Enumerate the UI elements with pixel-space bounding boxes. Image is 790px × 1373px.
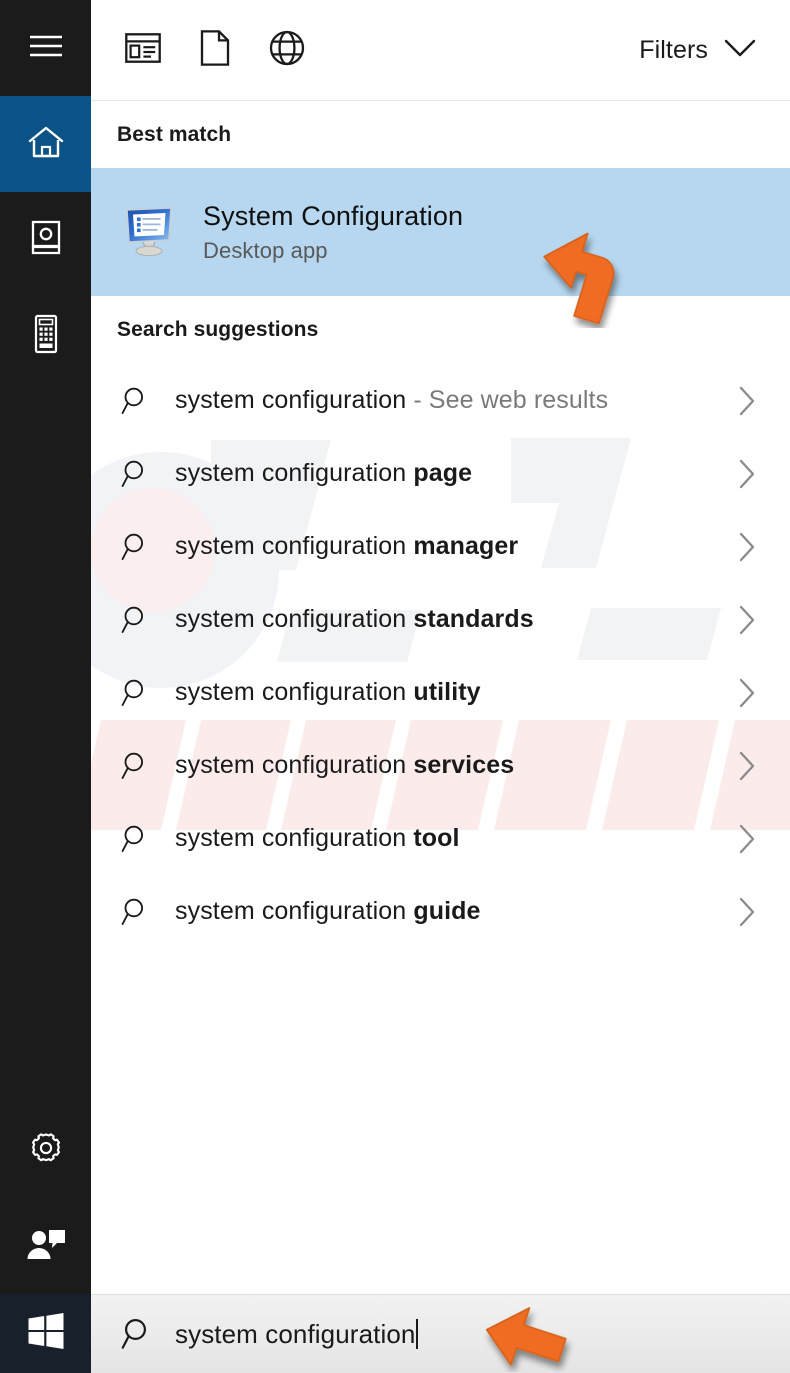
text-caret xyxy=(416,1319,418,1349)
suggestion-prefix: system configuration xyxy=(175,386,406,414)
suggestion-prefix: system configuration xyxy=(175,751,413,779)
toolbar-apps-filter[interactable] xyxy=(107,0,179,101)
search-suggestions-heading: Search suggestions xyxy=(117,318,318,342)
globe-icon xyxy=(269,30,305,71)
chevron-down-icon xyxy=(724,36,756,65)
filters-button[interactable]: Filters xyxy=(639,36,756,65)
chevron-right-icon[interactable] xyxy=(738,823,756,855)
document-icon xyxy=(200,30,230,71)
suggestion-suffix: standards xyxy=(413,605,533,633)
suggestion-suffix: services xyxy=(413,751,514,779)
sidebar-item-hamburger-menu[interactable] xyxy=(0,0,91,96)
sidebar-item-feedback[interactable] xyxy=(0,1198,91,1294)
sidebar-item-calculator[interactable] xyxy=(0,288,91,384)
search-magnifier-icon xyxy=(113,678,159,708)
search-suggestion-label: system configuration manager xyxy=(175,532,518,561)
suggestion-prefix: system configuration xyxy=(175,897,413,925)
search-suggestion-row[interactable]: system configuration manager xyxy=(91,510,790,583)
search-input-value[interactable]: system configuration xyxy=(175,1319,418,1350)
suggestion-prefix: system configuration xyxy=(175,459,413,487)
suggestion-prefix: system configuration xyxy=(175,678,413,706)
sidebar-item-settings[interactable] xyxy=(0,1102,91,1198)
search-magnifier-icon xyxy=(113,824,159,854)
search-magnifier-icon xyxy=(113,532,159,562)
taskbar-search-box[interactable]: system configuration xyxy=(91,1294,790,1373)
search-magnifier-icon xyxy=(113,386,159,416)
windows-logo-icon xyxy=(26,1311,66,1356)
apps-window-icon xyxy=(125,33,161,68)
search-results-panel: Filters Best match xyxy=(91,0,790,1294)
toolbar-documents-filter[interactable] xyxy=(179,0,251,101)
search-suggestion-row[interactable]: system configuration - See web results xyxy=(91,364,790,437)
chevron-right-icon[interactable] xyxy=(738,531,756,563)
search-suggestion-label: system configuration - See web results xyxy=(175,386,608,415)
search-suggestion-label: system configuration services xyxy=(175,751,514,780)
sidebar-item-home[interactable] xyxy=(0,96,91,192)
best-match-title: System Configuration xyxy=(203,201,463,232)
chevron-right-icon[interactable] xyxy=(738,458,756,490)
search-magnifier-icon xyxy=(121,1317,155,1351)
filters-label: Filters xyxy=(639,36,708,65)
suggestion-suffix: utility xyxy=(413,678,480,706)
search-suggestion-label: system configuration standards xyxy=(175,605,534,634)
suggestion-suffix: page xyxy=(413,459,472,487)
search-suggestion-label: system configuration guide xyxy=(175,897,481,926)
best-match-heading: Best match xyxy=(117,123,231,147)
windows-search-panel: Filters Best match xyxy=(0,0,790,1373)
search-magnifier-icon xyxy=(113,459,159,489)
search-suggestion-label: system configuration utility xyxy=(175,678,481,707)
home-icon xyxy=(27,125,65,164)
chevron-right-icon[interactable] xyxy=(738,677,756,709)
hamburger-icon xyxy=(29,34,63,63)
suggestion-suffix: - See web results xyxy=(406,386,608,414)
search-suggestion-label: system configuration page xyxy=(175,459,472,488)
search-suggestion-row[interactable]: system configuration utility xyxy=(91,656,790,729)
search-suggestion-row[interactable]: system configuration tool xyxy=(91,802,790,875)
sidebar-spacer xyxy=(0,384,91,1102)
suggestion-prefix: system configuration xyxy=(175,532,413,560)
best-match-result-row[interactable]: System Configuration Desktop app xyxy=(91,168,790,296)
suggestion-prefix: system configuration xyxy=(175,824,413,852)
chevron-right-icon[interactable] xyxy=(738,604,756,636)
search-magnifier-icon xyxy=(113,897,159,927)
sidebar-item-notebook[interactable] xyxy=(0,192,91,288)
search-suggestion-row[interactable]: system configuration services xyxy=(91,729,790,802)
search-suggestion-row[interactable]: system configuration page xyxy=(91,437,790,510)
chevron-right-icon[interactable] xyxy=(738,750,756,782)
search-suggestion-row[interactable]: system configuration guide xyxy=(91,875,790,948)
search-filter-toolbar: Filters xyxy=(91,0,790,101)
suggestion-suffix: guide xyxy=(413,897,480,925)
toolbar-web-filter[interactable] xyxy=(251,0,323,101)
suggestion-prefix: system configuration xyxy=(175,605,413,633)
search-suggestions-list: system configuration - See web resultssy… xyxy=(91,364,790,948)
chevron-right-icon[interactable] xyxy=(738,385,756,417)
best-match-text: System Configuration Desktop app xyxy=(203,201,463,264)
gear-icon xyxy=(27,1129,65,1172)
search-magnifier-icon xyxy=(113,751,159,781)
search-suggestion-label: system configuration tool xyxy=(175,824,460,853)
chevron-right-icon[interactable] xyxy=(738,896,756,928)
search-input-text: system configuration xyxy=(175,1319,415,1349)
calculator-icon xyxy=(33,314,59,359)
search-magnifier-icon xyxy=(113,605,159,635)
start-button[interactable] xyxy=(0,1294,91,1373)
search-suggestion-row[interactable]: system configuration standards xyxy=(91,583,790,656)
notebook-icon xyxy=(30,220,62,261)
system-configuration-app-icon xyxy=(119,202,179,262)
best-match-subtitle: Desktop app xyxy=(203,238,463,264)
feedback-person-icon xyxy=(26,1227,66,1266)
suggestion-suffix: tool xyxy=(413,824,459,852)
suggestion-suffix: manager xyxy=(413,532,518,560)
sidebar xyxy=(0,0,91,1373)
